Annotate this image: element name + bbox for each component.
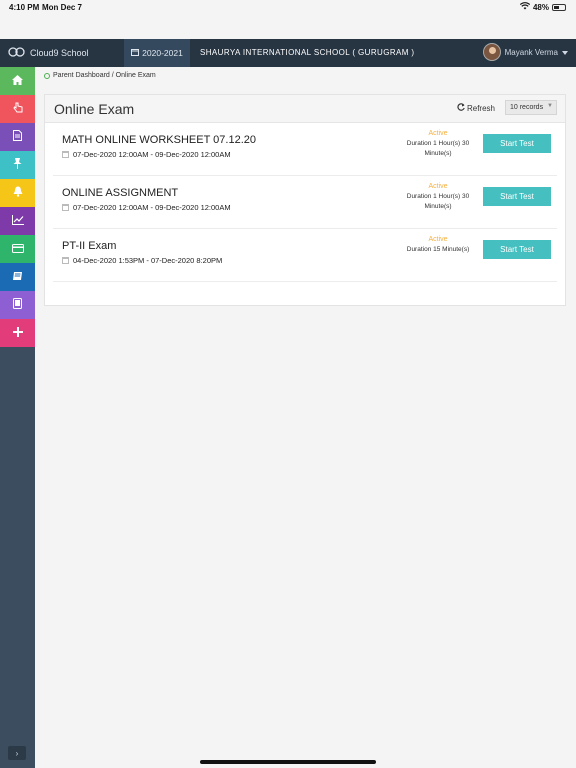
sidebar: › (0, 67, 35, 768)
exam-duration: Duration 1 Hour(s) 30 Minute(s) (393, 192, 483, 212)
sidebar-item-home[interactable] (0, 67, 35, 95)
calendar-icon (131, 48, 140, 58)
top-navbar: Cloud9 School 2020-2021 SHAURYA INTERNAT… (0, 39, 576, 67)
calendar-icon (62, 204, 69, 211)
user-menu[interactable]: Mayank Verma (482, 43, 568, 61)
hand-pointer-icon (12, 100, 23, 118)
start-test-button[interactable]: Start Test (483, 240, 551, 259)
status-time: 4:10 PM (9, 3, 40, 12)
wifi-icon (519, 2, 531, 12)
exam-date-range: 07-Dec-2020 12:00AM - 09-Dec-2020 12:00A… (73, 203, 231, 212)
session-year: 2020-2021 (142, 48, 183, 58)
exam-duration: Duration 15 Minute(s) (393, 245, 483, 255)
sidebar-toggle-button[interactable]: › (8, 746, 26, 760)
battery-percent: 48% (532, 2, 549, 12)
sidebar-item-fees[interactable] (0, 235, 35, 263)
status-badge: Active (428, 130, 448, 137)
user-name: Mayank Verma (504, 47, 558, 57)
exam-dates: 07-Dec-2020 12:00AM - 09-Dec-2020 12:00A… (62, 203, 231, 212)
exam-duration-line1: Duration 1 Hour(s) 30 (406, 140, 470, 147)
exam-duration-line1: Duration 15 Minute(s) (406, 246, 470, 253)
session-year-selector[interactable]: 2020-2021 (124, 39, 190, 67)
status-bar: 4:10 PM Mon Dec 7 48% (0, 0, 576, 38)
page-title: Online Exam (54, 101, 135, 117)
exam-status-block: Active Duration 1 Hour(s) 30 Minute(s) (393, 183, 483, 212)
calendar-icon (62, 257, 69, 264)
panel-header: Online Exam Refresh 10 records ▼ (45, 95, 565, 123)
exam-title: ONLINE ASSIGNMENT (62, 187, 179, 199)
exam-date-range: 04-Dec-2020 1:53PM - 07-Dec-2020 8:20PM (73, 256, 223, 265)
breadcrumb-dot-icon (44, 72, 50, 79)
status-indicators: 48% (519, 2, 566, 12)
exam-title: PT-II Exam (62, 240, 117, 252)
sidebar-item-online-exam[interactable] (0, 291, 35, 319)
status-date: Mon Dec 7 (42, 3, 83, 12)
home-icon (12, 72, 23, 90)
exam-date-range: 07-Dec-2020 12:00AM - 09-Dec-2020 12:00A… (73, 150, 231, 159)
exam-duration: Duration 1 Hour(s) 30 Minute(s) (393, 139, 483, 159)
home-indicator (200, 760, 376, 764)
chevron-right-icon: › (15, 748, 19, 758)
exam-dates: 04-Dec-2020 1:53PM - 07-Dec-2020 8:20PM (62, 256, 222, 265)
sidebar-item-activity[interactable] (0, 95, 35, 123)
refresh-button[interactable]: Refresh (457, 103, 495, 113)
app-logo[interactable]: Cloud9 School (8, 46, 89, 60)
avatar (482, 43, 501, 61)
refresh-label: Refresh (466, 103, 495, 113)
sidebar-item-notifications[interactable] (0, 179, 35, 207)
credit-card-icon (11, 240, 24, 258)
sidebar-item-add[interactable] (0, 319, 35, 347)
calendar-icon (62, 151, 69, 158)
plus-icon (12, 324, 23, 342)
document-icon (13, 128, 22, 146)
school-name: SHAURYA INTERNATIONAL SCHOOL ( GURUGRAM … (200, 48, 415, 57)
refresh-icon (457, 103, 465, 113)
caret-down-icon: ▼ (547, 103, 553, 109)
exam-row: PT-II Exam 04-Dec-2020 1:53PM - 07-Dec-2… (53, 229, 557, 282)
exam-status-block: Active Duration 15 Minute(s) (393, 236, 483, 255)
tablet-icon (13, 296, 22, 314)
exam-title: MATH ONLINE WORKSHEET 07.12.20 (62, 134, 256, 146)
exam-status-block: Active Duration 1 Hour(s) 30 Minute(s) (393, 130, 483, 159)
sidebar-item-library[interactable] (0, 263, 35, 291)
sidebar-item-documents[interactable] (0, 123, 35, 151)
book-icon (12, 268, 23, 286)
records-label: 10 records (510, 104, 544, 111)
caret-down-icon (562, 48, 568, 57)
app-name: Cloud9 School (30, 48, 89, 58)
sidebar-item-reports[interactable] (0, 207, 35, 235)
exam-row: ONLINE ASSIGNMENT 07-Dec-2020 12:00AM - … (53, 176, 557, 229)
breadcrumb: Parent Dashboard / Online Exam (44, 72, 156, 79)
exam-duration-line1: Duration 1 Hour(s) 30 (406, 193, 470, 200)
bell-icon (13, 184, 23, 202)
start-test-button[interactable]: Start Test (483, 187, 551, 206)
records-per-page-select[interactable]: 10 records ▼ (505, 100, 557, 115)
cloud9-logo-icon (8, 46, 26, 60)
exam-dates: 07-Dec-2020 12:00AM - 09-Dec-2020 12:00A… (62, 150, 231, 159)
start-test-button[interactable]: Start Test (483, 134, 551, 153)
sidebar-item-pinned[interactable] (0, 151, 35, 179)
status-badge: Active (428, 183, 448, 190)
pin-icon (13, 156, 22, 174)
exam-row: MATH ONLINE WORKSHEET 07.12.20 07-Dec-20… (53, 123, 557, 176)
online-exam-panel: Online Exam Refresh 10 records ▼ MATH ON… (44, 94, 566, 306)
breadcrumb-text[interactable]: Parent Dashboard / Online Exam (53, 72, 156, 79)
chart-line-icon (11, 212, 24, 230)
exam-duration-line2: Minute(s) (424, 150, 452, 157)
exam-duration-line2: Minute(s) (424, 203, 452, 210)
status-badge: Active (428, 236, 448, 243)
battery-icon (552, 3, 566, 11)
